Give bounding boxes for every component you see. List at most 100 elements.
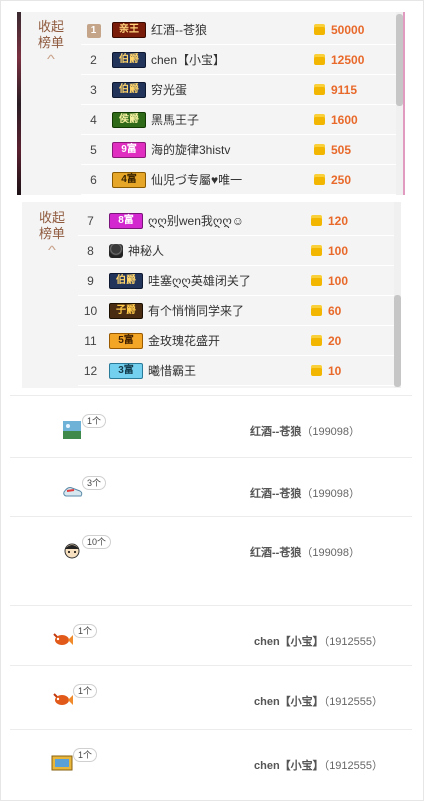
user-name[interactable]: chen【小宝】	[151, 51, 271, 68]
coin-icon	[313, 113, 327, 126]
sender-name[interactable]: 红酒--苍狼	[250, 488, 301, 500]
sender-id-close-paren: ）	[349, 488, 361, 500]
leaderboard-row[interactable]: 2 伯爵 chen【小宝】 12500	[81, 45, 401, 75]
gift-sender[interactable]: chen【小宝】（1912555）	[254, 633, 383, 649]
rank-number: 11	[84, 333, 97, 348]
sender-id: 199098	[312, 488, 350, 500]
leaderboard-row[interactable]: 5 9富 海的旋律3histv 505	[81, 135, 401, 165]
leaderboard-row[interactable]: 4 侯爵 黑馬王子 1600	[81, 105, 401, 135]
user-name[interactable]: 神秘人	[128, 242, 248, 259]
picture-frame-gift-icon	[51, 754, 73, 774]
leaderboard-row[interactable]: 9 伯爵 哇塞ღღ英雄闭关了 100	[78, 266, 398, 296]
coin-icon	[310, 214, 324, 227]
coin-icon	[313, 23, 327, 36]
gift-sender[interactable]: 红酒--苍狼（199098）	[250, 485, 360, 501]
sneaker-gift-icon	[62, 482, 84, 502]
sender-id-open-paren: （	[301, 547, 313, 559]
contribution-amount: 12500	[331, 52, 365, 67]
coin-icon	[310, 334, 324, 347]
leaderboard-row[interactable]: 10 子爵 有个悄悄同学来了 60	[78, 296, 398, 326]
gift-count-badge: 1个	[73, 624, 98, 638]
scrollbar-bottom[interactable]	[394, 202, 401, 388]
user-name[interactable]: ღღ别wen我ღღ☺	[148, 212, 268, 229]
rank-number: 9	[87, 273, 94, 288]
rank-number: 3	[90, 82, 97, 97]
leaderboard-panel-bottom: 收起榜单 ^ 7 8富 ღღ别wen我ღღ☺ 120 8 神秘人 100 9 伯爵 哇塞ღღ英雄闭…	[22, 202, 400, 388]
fish-gift-icon	[51, 690, 73, 710]
coin-icon	[310, 244, 324, 257]
user-name[interactable]: 仙児づ专屬♥唯一	[151, 171, 271, 188]
contribution-amount: 20	[328, 333, 342, 348]
user-name[interactable]: 红酒--苍狼	[151, 21, 271, 38]
sender-name[interactable]: 红酒--苍狼	[250, 547, 301, 559]
contribution-amount: 9115	[331, 82, 358, 97]
gift-record-row: 1个 chen【小宝】（1912555）	[10, 605, 412, 664]
leaderboard-row[interactable]: 3 伯爵 穷光蛋 9115	[81, 75, 401, 105]
leaderboard-row[interactable]: 7 8富 ღღ别wen我ღღ☺ 120	[78, 206, 398, 236]
contribution-amount: 60	[328, 303, 342, 318]
coin-icon	[313, 53, 327, 66]
level-badge: 伯爵	[109, 272, 143, 289]
collapse-toggle[interactable]: 收起榜单 ^	[21, 19, 81, 66]
rank-number: 6	[90, 172, 97, 187]
sender-id-close-paren: ）	[372, 760, 384, 772]
gift-record-row: 3个 红酒--苍狼（199098）	[10, 457, 412, 516]
leaderboard-row[interactable]: 6 4富 仙児づ专屬♥唯一 250	[81, 165, 401, 195]
panel-accent-border	[403, 12, 405, 195]
leaderboard-panel-top: 收起榜单 ^ 1 亲王 红酒--苍狼 50000 2 伯爵 chen【小宝】 12500 3 伯爵…	[17, 12, 405, 195]
sender-name[interactable]: chen【小宝】	[254, 760, 324, 772]
leaderboard-row[interactable]: 1 亲王 红酒--苍狼 50000	[81, 15, 401, 45]
rank-number: 10	[83, 303, 98, 318]
contribution-amount: 1600	[331, 112, 358, 127]
gift-sender[interactable]: chen【小宝】（1912555）	[254, 757, 383, 773]
gift-sender[interactable]: 红酒--苍狼（199098）	[250, 423, 360, 439]
sender-name[interactable]: 红酒--苍狼	[250, 426, 301, 438]
gift-record-row: 1个 红酒--苍狼（199098）	[10, 395, 412, 454]
scrollbar-thumb-bottom[interactable]	[394, 295, 401, 387]
coin-icon	[310, 304, 324, 317]
gift-sender[interactable]: 红酒--苍狼（199098）	[250, 544, 360, 560]
gift-count-badge: 10个	[82, 535, 112, 549]
contribution-amount: 10	[328, 363, 342, 378]
user-name[interactable]: 海的旋律3histv	[151, 141, 271, 158]
rank-number: 2	[90, 52, 97, 67]
user-name[interactable]: 曦惜霸王	[148, 362, 268, 379]
sender-id: 1912555	[329, 636, 373, 648]
level-badge: 8富	[109, 212, 143, 229]
gift-count-badge: 1个	[73, 684, 98, 698]
sender-id: 1912555	[329, 696, 373, 708]
level-badge: 子爵	[109, 302, 143, 319]
sender-id-open-paren: （	[301, 426, 313, 438]
leaderboard-row[interactable]: 11 5富 金玫瑰花盛开 20	[78, 326, 398, 356]
sender-id: 1912555	[329, 760, 373, 772]
rank-medal: 1	[86, 23, 101, 38]
leaderboard-row[interactable]: 8 神秘人 100	[78, 236, 398, 266]
sender-name[interactable]: chen【小宝】	[254, 636, 324, 648]
level-badge: 伯爵	[112, 51, 146, 68]
contribution-amount: 505	[331, 142, 352, 157]
sender-id-close-paren: ）	[349, 426, 361, 438]
rank-number: 1	[81, 22, 106, 38]
sender-id: 199098	[312, 426, 350, 438]
contribution-amount: 100	[328, 273, 349, 288]
user-name[interactable]: 金玫瑰花盛开	[148, 332, 268, 349]
scrollbar-thumb-top[interactable]	[396, 14, 403, 106]
rank-number: 12	[83, 363, 98, 378]
user-name[interactable]: 穷光蛋	[151, 81, 271, 98]
gift-sender[interactable]: chen【小宝】（1912555）	[254, 693, 383, 709]
user-name[interactable]: 黑馬王子	[151, 111, 271, 128]
contribution-amount: 50000	[331, 22, 365, 37]
coin-icon	[313, 173, 327, 186]
user-name[interactable]: 有个悄悄同学来了	[148, 302, 268, 319]
sender-id-close-paren: ）	[372, 696, 384, 708]
level-badge: 9富	[112, 141, 146, 158]
user-name[interactable]: 哇塞ღღ英雄闭关了	[148, 272, 268, 289]
coin-icon	[313, 83, 327, 96]
contribution-amount: 120	[328, 213, 349, 228]
collapse-toggle-2[interactable]: 收起榜单 ^	[22, 210, 82, 257]
leaderboard-row[interactable]: 12 3富 曦惜霸王 10	[78, 356, 398, 386]
sender-id: 199098	[312, 547, 350, 559]
sender-name[interactable]: chen【小宝】	[254, 696, 324, 708]
contribution-amount: 100	[328, 243, 349, 258]
scrollbar-top[interactable]	[396, 12, 403, 195]
